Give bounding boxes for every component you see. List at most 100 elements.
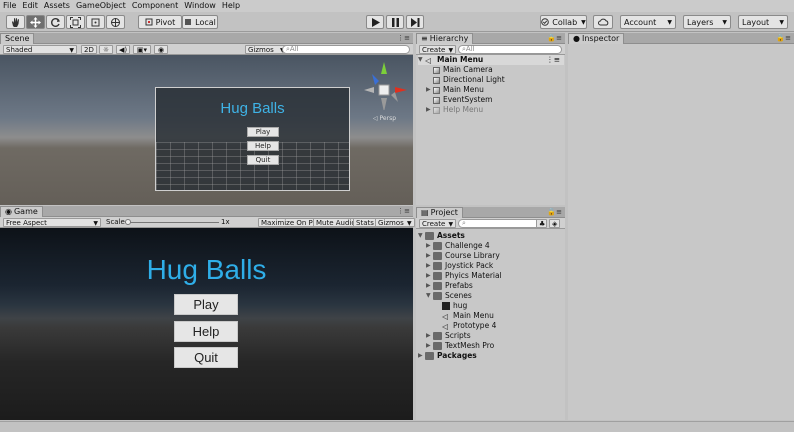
project-asset[interactable]: hug [442, 301, 467, 311]
expand-arrow-icon[interactable]: ▶ [426, 241, 433, 251]
expand-arrow-icon[interactable]: ▶ [426, 105, 433, 115]
panel-menu-icon[interactable]: 🔒≡ [547, 208, 562, 216]
project-folder[interactable]: ▼ Scenes [426, 291, 472, 301]
hand-tool-button[interactable] [6, 15, 25, 29]
menu-assets[interactable]: Assets [41, 0, 73, 12]
hierarchy-item[interactable]: EventSystem [433, 95, 492, 105]
rect-tool-button[interactable] [86, 15, 105, 29]
expand-arrow-icon[interactable]: ▶ [426, 281, 433, 291]
menu-component[interactable]: Component [129, 0, 181, 12]
hierarchy-item[interactable]: ▶ Main Menu [426, 85, 484, 95]
scene-quit-button[interactable]: Quit [247, 155, 279, 165]
stats-toggle[interactable]: Stats [353, 218, 377, 227]
lighting-toggle[interactable]: ☼ [99, 45, 113, 54]
project-folder[interactable]: ▶ Course Library [426, 251, 500, 261]
project-folder[interactable]: ▶ Phyics Material [426, 271, 502, 281]
scene-panel: Scene ⋮≡ Shaded ▼ 2D ☼ ◀) ▣▾ ◉ Gizmos ▼ … [0, 33, 413, 205]
account-dropdown[interactable]: Account ▼ [620, 15, 676, 29]
expand-arrow-icon[interactable]: ▶ [426, 261, 433, 271]
menu-window[interactable]: Window [181, 0, 219, 12]
mute-audio-toggle[interactable]: Mute Audio [313, 218, 359, 227]
layout-dropdown[interactable]: Layout ▼ [738, 15, 788, 29]
transform-tool-button[interactable] [106, 15, 125, 29]
2d-toggle[interactable]: 2D [81, 45, 97, 54]
expand-arrow-icon[interactable]: ▶ [426, 341, 433, 351]
scale-tool-button[interactable] [66, 15, 85, 29]
game-quit-button[interactable]: Quit [174, 347, 238, 368]
hierarchy-item[interactable]: Main Camera [433, 65, 493, 75]
panel-menu-icon[interactable]: ⋮≡ [397, 34, 410, 42]
game-help-button[interactable]: Help [174, 321, 238, 342]
effects-dropdown[interactable]: ▣▾ [133, 45, 151, 54]
hierarchy-item[interactable]: Directional Light [433, 75, 505, 85]
panel-menu-icon[interactable]: 🔒≡ [776, 34, 791, 42]
project-asset[interactable]: ◁ Prototype 4 [442, 321, 496, 331]
expand-arrow-icon[interactable]: ▶ [426, 251, 433, 261]
scale-slider-thumb[interactable] [125, 219, 131, 225]
project-create-dropdown[interactable]: Create ▼ [419, 219, 457, 228]
project-asset[interactable]: ◁ Main Menu [442, 311, 494, 321]
project-folder[interactable]: ▶ Joystick Pack [426, 261, 493, 271]
tab-inspector[interactable]: ● Inspector [568, 33, 625, 44]
scene-play-button[interactable]: Play [247, 127, 279, 137]
menu-help[interactable]: Help [219, 0, 243, 12]
expand-arrow-icon[interactable]: ▶ [418, 351, 425, 361]
shading-mode-dropdown[interactable]: Shaded ▼ [3, 45, 77, 54]
hierarchy-item-disabled[interactable]: ▶ Help Menu [426, 105, 483, 115]
project-folder[interactable]: ▶ Scripts [426, 331, 471, 341]
project-folder[interactable]: ▶ TextMesh Pro [426, 341, 494, 351]
scene-viewport[interactable]: Hug Balls Play Help Quit ◁ Persp [0, 55, 413, 205]
scene-search-input[interactable]: ⌕All [282, 45, 410, 54]
move-tool-button[interactable] [26, 15, 45, 29]
panel-menu-icon[interactable]: ⋮≡ [397, 207, 410, 215]
expand-arrow-icon[interactable]: ▶ [426, 271, 433, 281]
scene-ui-canvas[interactable]: Hug Balls Play Help Quit [155, 87, 350, 191]
scene-root-row[interactable]: ▼ ◁ Main Menu ⋮≡ [418, 55, 564, 65]
filter-type-button[interactable]: ♣ [536, 219, 547, 228]
expand-arrow-icon[interactable]: ▶ [426, 331, 433, 341]
expand-arrow-icon[interactable]: ▼ [426, 291, 433, 301]
expand-arrow-icon[interactable]: ▼ [418, 231, 425, 241]
tab-game[interactable]: ◉ Game [0, 206, 43, 217]
scale-value: 1x [221, 218, 230, 226]
tab-scene[interactable]: Scene [0, 33, 35, 44]
tab-project[interactable]: ▤ Project [416, 207, 463, 218]
perspective-label: ◁ Persp [373, 115, 397, 122]
expand-arrow-icon[interactable]: ▼ [418, 55, 425, 65]
hierarchy-search-input[interactable]: ⌕All [458, 45, 562, 54]
menu-file[interactable]: File [0, 0, 19, 12]
hidden-objects-toggle[interactable]: ◉ [154, 45, 168, 54]
pivot-toggle[interactable]: Pivot [138, 15, 182, 29]
packages-root-row[interactable]: ▶ Packages [418, 351, 477, 361]
project-search-input[interactable]: ⌕ [458, 219, 547, 228]
audio-toggle[interactable]: ◀) [116, 45, 130, 54]
game-gizmos-dropdown[interactable]: Gizmos ▼ [375, 218, 415, 227]
project-folder[interactable]: ▶ Challenge 4 [426, 241, 490, 251]
scale-slider[interactable] [125, 218, 219, 227]
game-play-button[interactable]: Play [174, 294, 238, 315]
options-icon[interactable]: ⋮≡ [546, 55, 560, 65]
menu-edit[interactable]: Edit [19, 0, 41, 12]
aspect-dropdown[interactable]: Free Aspect ▼ [3, 218, 101, 227]
cloud-button[interactable] [593, 15, 613, 29]
filter-label-button[interactable]: ◈ [549, 219, 560, 228]
menu-gameobject[interactable]: GameObject [73, 0, 129, 12]
orientation-gizmo-icon[interactable] [364, 60, 409, 110]
local-toggle[interactable]: Local [182, 15, 218, 29]
hierarchy-create-dropdown[interactable]: Create ▼ [419, 45, 457, 54]
game-viewport[interactable]: Hug Balls Play Help Quit [0, 228, 413, 420]
play-button[interactable] [366, 15, 384, 29]
project-panel: ▤ Project 🔒≡ Create ▼ ⌕ ♣ ◈ ▼ Assets ▶ C… [416, 207, 565, 420]
collab-dropdown[interactable]: Collab ▼ [540, 15, 587, 29]
scene-help-button[interactable]: Help [247, 141, 279, 151]
layers-dropdown[interactable]: Layers ▼ [683, 15, 731, 29]
assets-root-row[interactable]: ▼ Assets [418, 231, 465, 241]
pause-button[interactable] [386, 15, 404, 29]
unity-scene-icon [442, 302, 450, 310]
step-button[interactable] [406, 15, 424, 29]
panel-menu-icon[interactable]: 🔒≡ [547, 34, 562, 42]
expand-arrow-icon[interactable]: ▶ [426, 85, 433, 95]
tab-hierarchy[interactable]: ≡ Hierarchy [416, 33, 474, 44]
rotate-tool-button[interactable] [46, 15, 65, 29]
project-folder[interactable]: ▶ Prefabs [426, 281, 473, 291]
